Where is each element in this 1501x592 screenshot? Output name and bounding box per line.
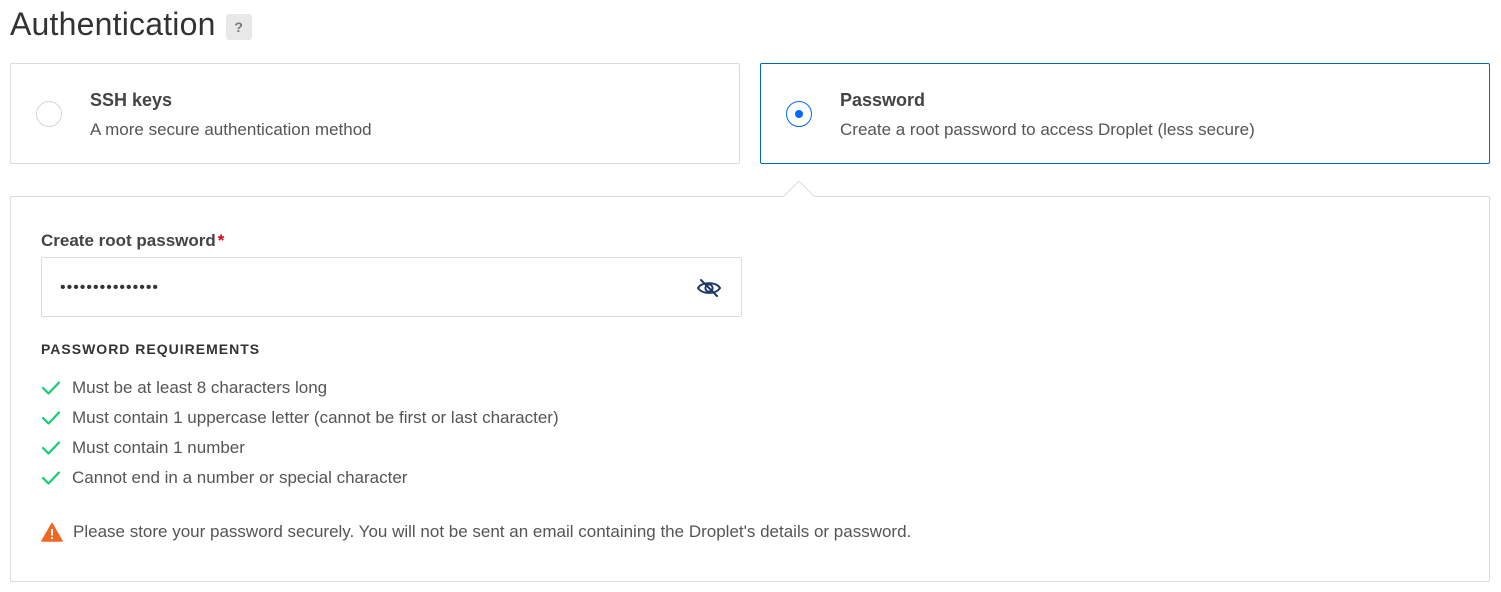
requirement-text: Must contain 1 uppercase letter (cannot …: [72, 408, 559, 427]
password-field-box: [41, 257, 742, 317]
option-password[interactable]: Password Create a root password to acces…: [760, 63, 1490, 164]
password-warning: Please store your password securely. You…: [41, 522, 911, 542]
warning-triangle-icon: [41, 522, 63, 542]
section-title: Authentication: [10, 6, 216, 42]
requirement-item: Must contain 1 uppercase letter (cannot …: [41, 403, 559, 433]
password-radio[interactable]: [786, 101, 812, 127]
option-ssh-keys[interactable]: SSH keys A more secure authentication me…: [10, 63, 740, 164]
requirements-list: Must be at least 8 characters long Must …: [41, 373, 559, 493]
requirement-text: Must contain 1 number: [72, 438, 245, 457]
check-icon: [41, 471, 61, 485]
option-title: Password: [840, 90, 926, 110]
password-label-text: Create root password: [41, 231, 216, 250]
option-title: SSH keys: [90, 90, 173, 110]
check-icon: [41, 381, 61, 395]
requirements-heading: PASSWORD REQUIREMENTS: [41, 341, 261, 357]
requirement-item: Must contain 1 number: [41, 433, 559, 463]
warning-text: Please store your password securely. You…: [73, 522, 912, 541]
password-panel: Create root password* PASSWORD REQUIREME…: [10, 196, 1490, 582]
check-icon: [41, 441, 61, 455]
check-icon: [41, 411, 61, 425]
requirement-item: Must be at least 8 characters long: [41, 373, 559, 403]
requirement-item: Cannot end in a number or special charac…: [41, 463, 559, 493]
requirement-text: Cannot end in a number or special charac…: [72, 468, 408, 487]
toggle-visibility-eye-slash-icon[interactable]: [696, 277, 722, 299]
password-input[interactable]: [58, 274, 662, 302]
section-header: Authentication ?: [10, 6, 252, 43]
ssh-keys-radio[interactable]: [36, 101, 62, 127]
help-icon[interactable]: ?: [225, 13, 252, 40]
option-description: Create a root password to access Droplet…: [840, 120, 1255, 139]
radio-dot: [795, 110, 803, 118]
requirement-text: Must be at least 8 characters long: [72, 378, 328, 397]
option-description: A more secure authentication method: [90, 120, 372, 139]
password-field-label: Create root password *: [41, 231, 224, 251]
required-marker: *: [217, 231, 225, 250]
